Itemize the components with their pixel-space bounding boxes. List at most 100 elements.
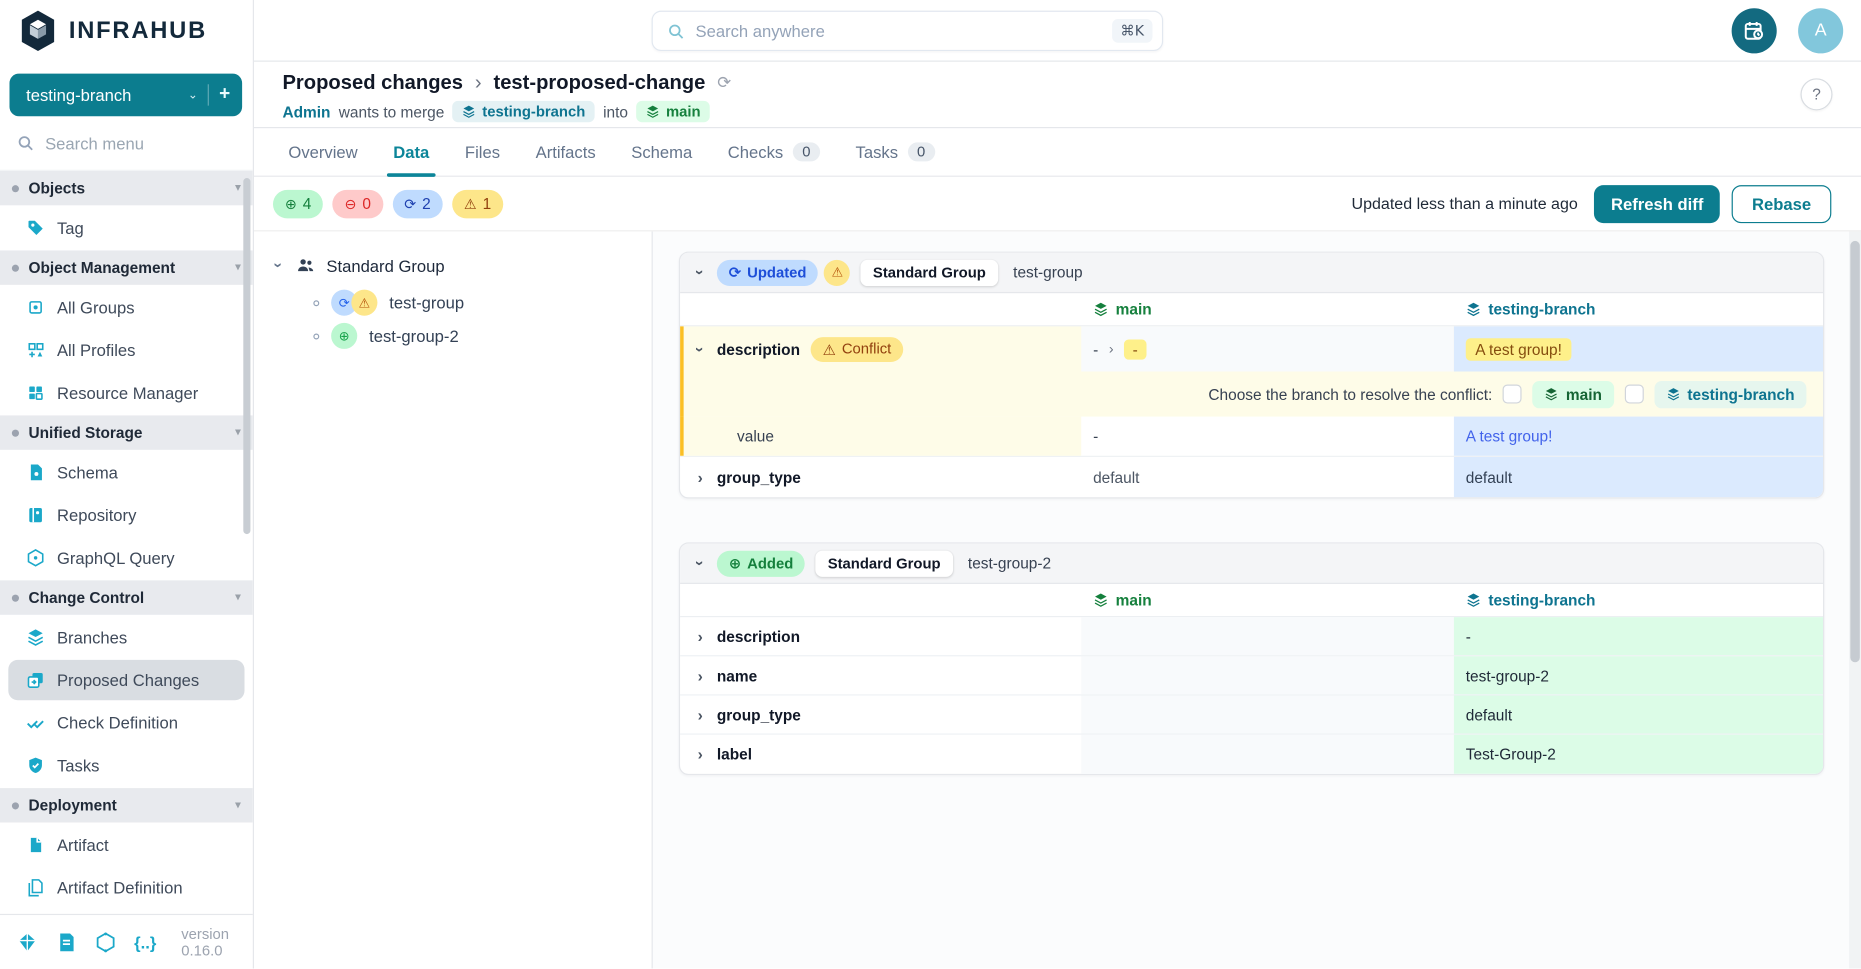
chevron-down-icon[interactable]: › bbox=[270, 259, 288, 271]
main-area: Search anywhere ⌘K A Proposed changes › … bbox=[254, 0, 1861, 968]
nav-section-unified-storage[interactable]: Unified Storage ▾ bbox=[0, 415, 253, 449]
branch-value: default bbox=[1466, 706, 1512, 724]
tree-node-test-group-2[interactable]: ⊕ test-group-2 bbox=[313, 319, 632, 352]
branch-value-cell: default bbox=[1454, 696, 1823, 734]
sidebar-item-tasks[interactable]: Tasks bbox=[0, 745, 253, 785]
updated-count-badge: ⟳2 bbox=[392, 189, 442, 217]
page-scrollbar-thumb[interactable] bbox=[1850, 241, 1859, 662]
chevron-right-icon[interactable]: › bbox=[694, 745, 706, 763]
graphql-sandbox-icon[interactable] bbox=[95, 931, 116, 952]
sidebar-item-resource-manager[interactable]: Resource Manager bbox=[0, 373, 253, 413]
card-header[interactable]: › ⟳Updated ⚠ Standard Group test-group bbox=[680, 253, 1823, 293]
nav-section-objects[interactable]: Objects ▾ bbox=[0, 171, 253, 205]
merge-text: wants to merge bbox=[339, 103, 444, 121]
card-header[interactable]: › ⊕Added Standard Group test-group-2 bbox=[680, 544, 1823, 584]
bullet-icon bbox=[12, 185, 19, 192]
menu-search-input[interactable]: Search menu bbox=[0, 116, 253, 171]
sidebar-item-artifact-definition[interactable]: Artifact Definition bbox=[0, 868, 253, 908]
sidebar-item-check-definition[interactable]: Check Definition bbox=[0, 703, 253, 743]
diff-row-name[interactable]: ›name test-group-2 bbox=[680, 656, 1823, 695]
kite-icon[interactable] bbox=[17, 931, 38, 952]
conflict-count-badge: ⚠1 bbox=[452, 189, 503, 217]
resolve-option-testing-branch[interactable]: testing-branch bbox=[1654, 380, 1806, 407]
help-button[interactable]: ? bbox=[1800, 78, 1832, 110]
tree-node-test-group[interactable]: ⟳ ⚠ test-group bbox=[313, 286, 632, 319]
diff-card-updated: › ⟳Updated ⚠ Standard Group test-group m… bbox=[679, 252, 1824, 499]
property-cell: › description ⚠Conflict bbox=[680, 326, 1081, 371]
sidebar-item-tag[interactable]: Tag bbox=[0, 208, 253, 248]
property-name: group_type bbox=[717, 706, 801, 724]
sidebar-item-graphql-query[interactable]: GraphQL Query bbox=[0, 538, 253, 578]
diff-row-description[interactable]: ›description - bbox=[680, 617, 1823, 656]
nav-section-object-management[interactable]: Object Management ▾ bbox=[0, 250, 253, 284]
resolve-branch-checkbox[interactable] bbox=[1624, 385, 1643, 404]
empty-cell bbox=[680, 293, 1081, 325]
diff-card-added: › ⊕Added Standard Group test-group-2 mai… bbox=[679, 542, 1824, 775]
sidebar-item-all-profiles[interactable]: All Profiles bbox=[0, 330, 253, 370]
tree-node-standard-group[interactable]: › Standard Group bbox=[273, 255, 633, 275]
chevron-down-icon[interactable]: › bbox=[691, 343, 709, 355]
page-scrollbar[interactable] bbox=[1849, 231, 1861, 968]
global-search-input[interactable]: Search anywhere ⌘K bbox=[652, 11, 1164, 51]
resolve-main-checkbox[interactable] bbox=[1503, 385, 1522, 404]
nav-section-change-control[interactable]: Change Control ▾ bbox=[0, 580, 253, 614]
sidebar-item-all-groups[interactable]: All Groups bbox=[0, 287, 253, 327]
rebase-button[interactable]: Rebase bbox=[1732, 185, 1831, 223]
sidebar-item-artifact[interactable]: Artifact bbox=[0, 825, 253, 865]
proposed-changes-icon bbox=[26, 671, 45, 690]
property-name: name bbox=[717, 666, 757, 684]
nav-section-deployment[interactable]: Deployment ▾ bbox=[0, 788, 253, 822]
target-branch-badge[interactable]: main bbox=[636, 101, 710, 122]
tab-files[interactable]: Files bbox=[447, 128, 518, 175]
sidebar-item-proposed-changes[interactable]: Proposed Changes bbox=[8, 660, 244, 700]
chevron-right-icon[interactable]: › bbox=[694, 666, 706, 684]
breadcrumb-parent[interactable]: Proposed changes bbox=[282, 71, 463, 95]
chevron-right-icon[interactable]: › bbox=[694, 706, 706, 724]
tree-node-label: test-group-2 bbox=[369, 326, 459, 345]
sidebar-item-repository[interactable]: Repository bbox=[0, 495, 253, 535]
diff-row-group-type[interactable]: › group_type default bbox=[680, 696, 1823, 735]
sidebar-item-label: Tasks bbox=[57, 756, 99, 775]
branch-value-cell: default bbox=[1454, 457, 1823, 497]
branch-value-cell: A test group! bbox=[1454, 326, 1823, 371]
sidebar-item-branches[interactable]: Branches bbox=[0, 617, 253, 657]
into-text: into bbox=[603, 103, 628, 121]
tab-tasks[interactable]: Tasks0 bbox=[838, 128, 953, 175]
time-travel-button[interactable] bbox=[1732, 8, 1777, 53]
tab-data[interactable]: Data bbox=[375, 128, 447, 175]
resolve-option-main[interactable]: main bbox=[1533, 380, 1614, 407]
sidebar-scrollbar-thumb[interactable] bbox=[243, 178, 250, 534]
chevron-right-icon[interactable]: › bbox=[694, 468, 706, 486]
chevron-down-icon[interactable]: › bbox=[691, 557, 709, 569]
tab-schema[interactable]: Schema bbox=[613, 128, 710, 175]
conflict-resolve-row: Choose the branch to resolve the conflic… bbox=[680, 371, 1823, 416]
property-name: label bbox=[717, 745, 752, 763]
source-branch-badge[interactable]: testing-branch bbox=[453, 101, 595, 122]
chevron-down-icon[interactable]: › bbox=[691, 266, 709, 278]
nav-section-label: Objects bbox=[28, 179, 85, 197]
diff-row-group-type[interactable]: › group_type default default bbox=[680, 457, 1823, 497]
tab-overview[interactable]: Overview bbox=[271, 128, 376, 175]
avatar[interactable]: A bbox=[1798, 8, 1843, 53]
branch-value-cell: A test group! bbox=[1454, 417, 1823, 456]
sidebar-item-schema[interactable]: Schema bbox=[0, 452, 253, 492]
tab-artifacts[interactable]: Artifacts bbox=[518, 128, 614, 175]
refresh-icon[interactable]: ⟳ bbox=[717, 74, 731, 93]
docs-icon[interactable] bbox=[56, 931, 77, 952]
diff-row-description[interactable]: › description ⚠Conflict - › - A test gro… bbox=[680, 326, 1823, 371]
chevron-right-icon[interactable]: › bbox=[694, 627, 706, 645]
last-updated-text: Updated less than a minute ago bbox=[1352, 195, 1578, 213]
braces-api-icon[interactable]: {..} bbox=[134, 932, 156, 951]
conflict-badge: ⚠Conflict bbox=[811, 336, 903, 361]
tab-label: Artifacts bbox=[536, 142, 596, 161]
tab-checks[interactable]: Checks0 bbox=[710, 128, 838, 175]
branch-selector[interactable]: testing-branch ⌄ + bbox=[9, 74, 242, 117]
column-label: testing-branch bbox=[1488, 300, 1595, 318]
refresh-diff-button[interactable]: Refresh diff bbox=[1594, 185, 1720, 223]
diff-row-label[interactable]: ›label Test-Group-2 bbox=[680, 735, 1823, 774]
tag-icon bbox=[26, 218, 45, 237]
logo[interactable]: INFRAHUB bbox=[0, 0, 253, 62]
add-branch-button[interactable]: + bbox=[219, 84, 230, 105]
menu-search-placeholder: Search menu bbox=[45, 134, 144, 153]
artifact-definition-icon bbox=[26, 878, 45, 897]
